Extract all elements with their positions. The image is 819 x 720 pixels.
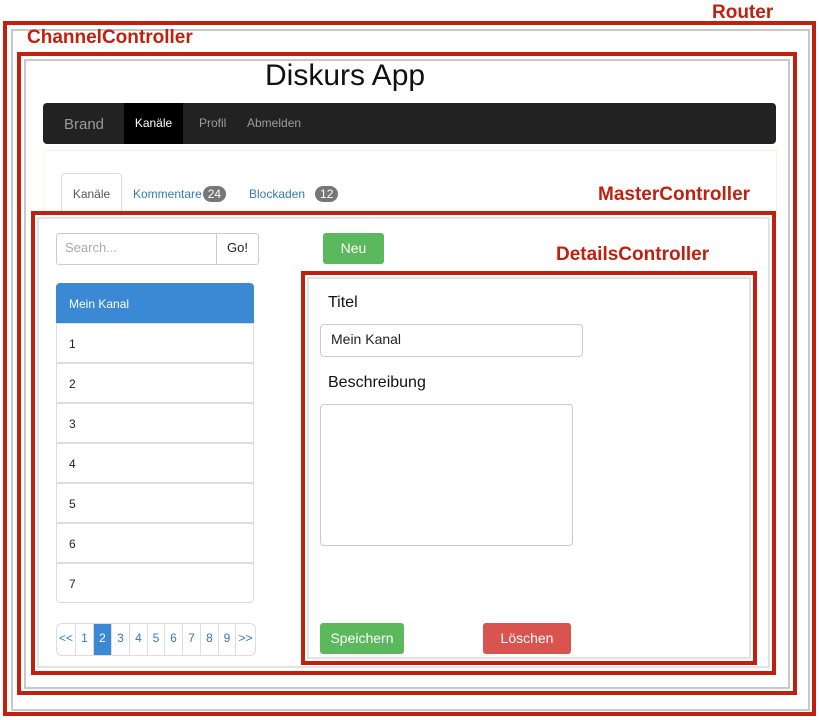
pagination-next[interactable]: >> <box>236 624 255 655</box>
navbar-brand[interactable]: Brand <box>64 116 104 133</box>
pagination: << 1 2 3 4 5 6 7 8 9 >> <box>56 623 256 656</box>
pagination-page[interactable]: 3 <box>112 624 130 655</box>
nav-item-abmelden[interactable]: Abmelden <box>247 116 301 130</box>
pagination-page-active[interactable]: 2 <box>94 624 112 655</box>
pagination-prev[interactable]: << <box>57 624 76 655</box>
search-input[interactable]: Search... <box>56 233 227 265</box>
pagination-page[interactable]: 4 <box>130 624 148 655</box>
description-label: Beschreibung <box>328 374 426 391</box>
channel-list: Mein Kanal 1 2 3 4 5 6 7 <box>56 283 254 604</box>
pagination-page[interactable]: 5 <box>148 624 165 655</box>
details-controller-label: DetailsController <box>556 244 710 265</box>
channel-list-item[interactable]: 6 <box>56 523 254 563</box>
master-controller-label: MasterController <box>598 184 751 205</box>
pagination-page[interactable]: 6 <box>165 624 183 655</box>
channel-list-item[interactable]: 5 <box>56 483 254 523</box>
tab-badge: 24 <box>202 186 227 202</box>
tab-kommentare[interactable]: Kommentare 24 <box>133 186 227 202</box>
channel-list-item[interactable]: 1 <box>56 323 254 363</box>
navbar: Brand Kanäle Profil Abmelden <box>43 103 776 144</box>
search-go-button[interactable]: Go! <box>216 233 259 265</box>
nav-item-label: Kanäle <box>134 116 173 130</box>
tab-label: Blockaden <box>249 187 306 201</box>
description-textarea[interactable] <box>320 404 573 546</box>
tab-kanaele[interactable]: Kanäle <box>61 173 122 215</box>
delete-button[interactable]: Löschen <box>483 623 571 654</box>
new-button[interactable]: Neu <box>323 233 384 264</box>
channel-list-item[interactable]: 7 <box>56 563 254 603</box>
tab-badge: 12 <box>315 186 339 202</box>
channel-list-item[interactable]: 2 <box>56 363 254 403</box>
router-label: Router <box>712 2 774 23</box>
channel-list-item[interactable]: 3 <box>56 403 254 443</box>
channel-controller-label: ChannelController <box>27 27 193 48</box>
title-input[interactable]: Mein Kanal <box>320 324 583 357</box>
title-label: Titel <box>328 294 358 311</box>
nav-item-profil[interactable]: Profil <box>199 116 226 130</box>
app-title: Diskurs App <box>265 59 426 92</box>
pagination-page[interactable]: 1 <box>76 624 94 655</box>
tab-blockaden[interactable]: Blockaden 12 <box>249 186 339 202</box>
nav-item-kanaele[interactable]: Kanäle <box>124 103 183 144</box>
tab-label: Kanäle <box>72 187 111 201</box>
save-button[interactable]: Speichern <box>320 623 404 654</box>
channel-list-item[interactable]: Mein Kanal <box>56 283 254 323</box>
pagination-page[interactable]: 7 <box>183 624 201 655</box>
channel-list-item[interactable]: 4 <box>56 443 254 483</box>
pagination-page[interactable]: 8 <box>201 624 219 655</box>
pagination-page[interactable]: 9 <box>219 624 236 655</box>
tab-label: Kommentare <box>133 187 202 201</box>
